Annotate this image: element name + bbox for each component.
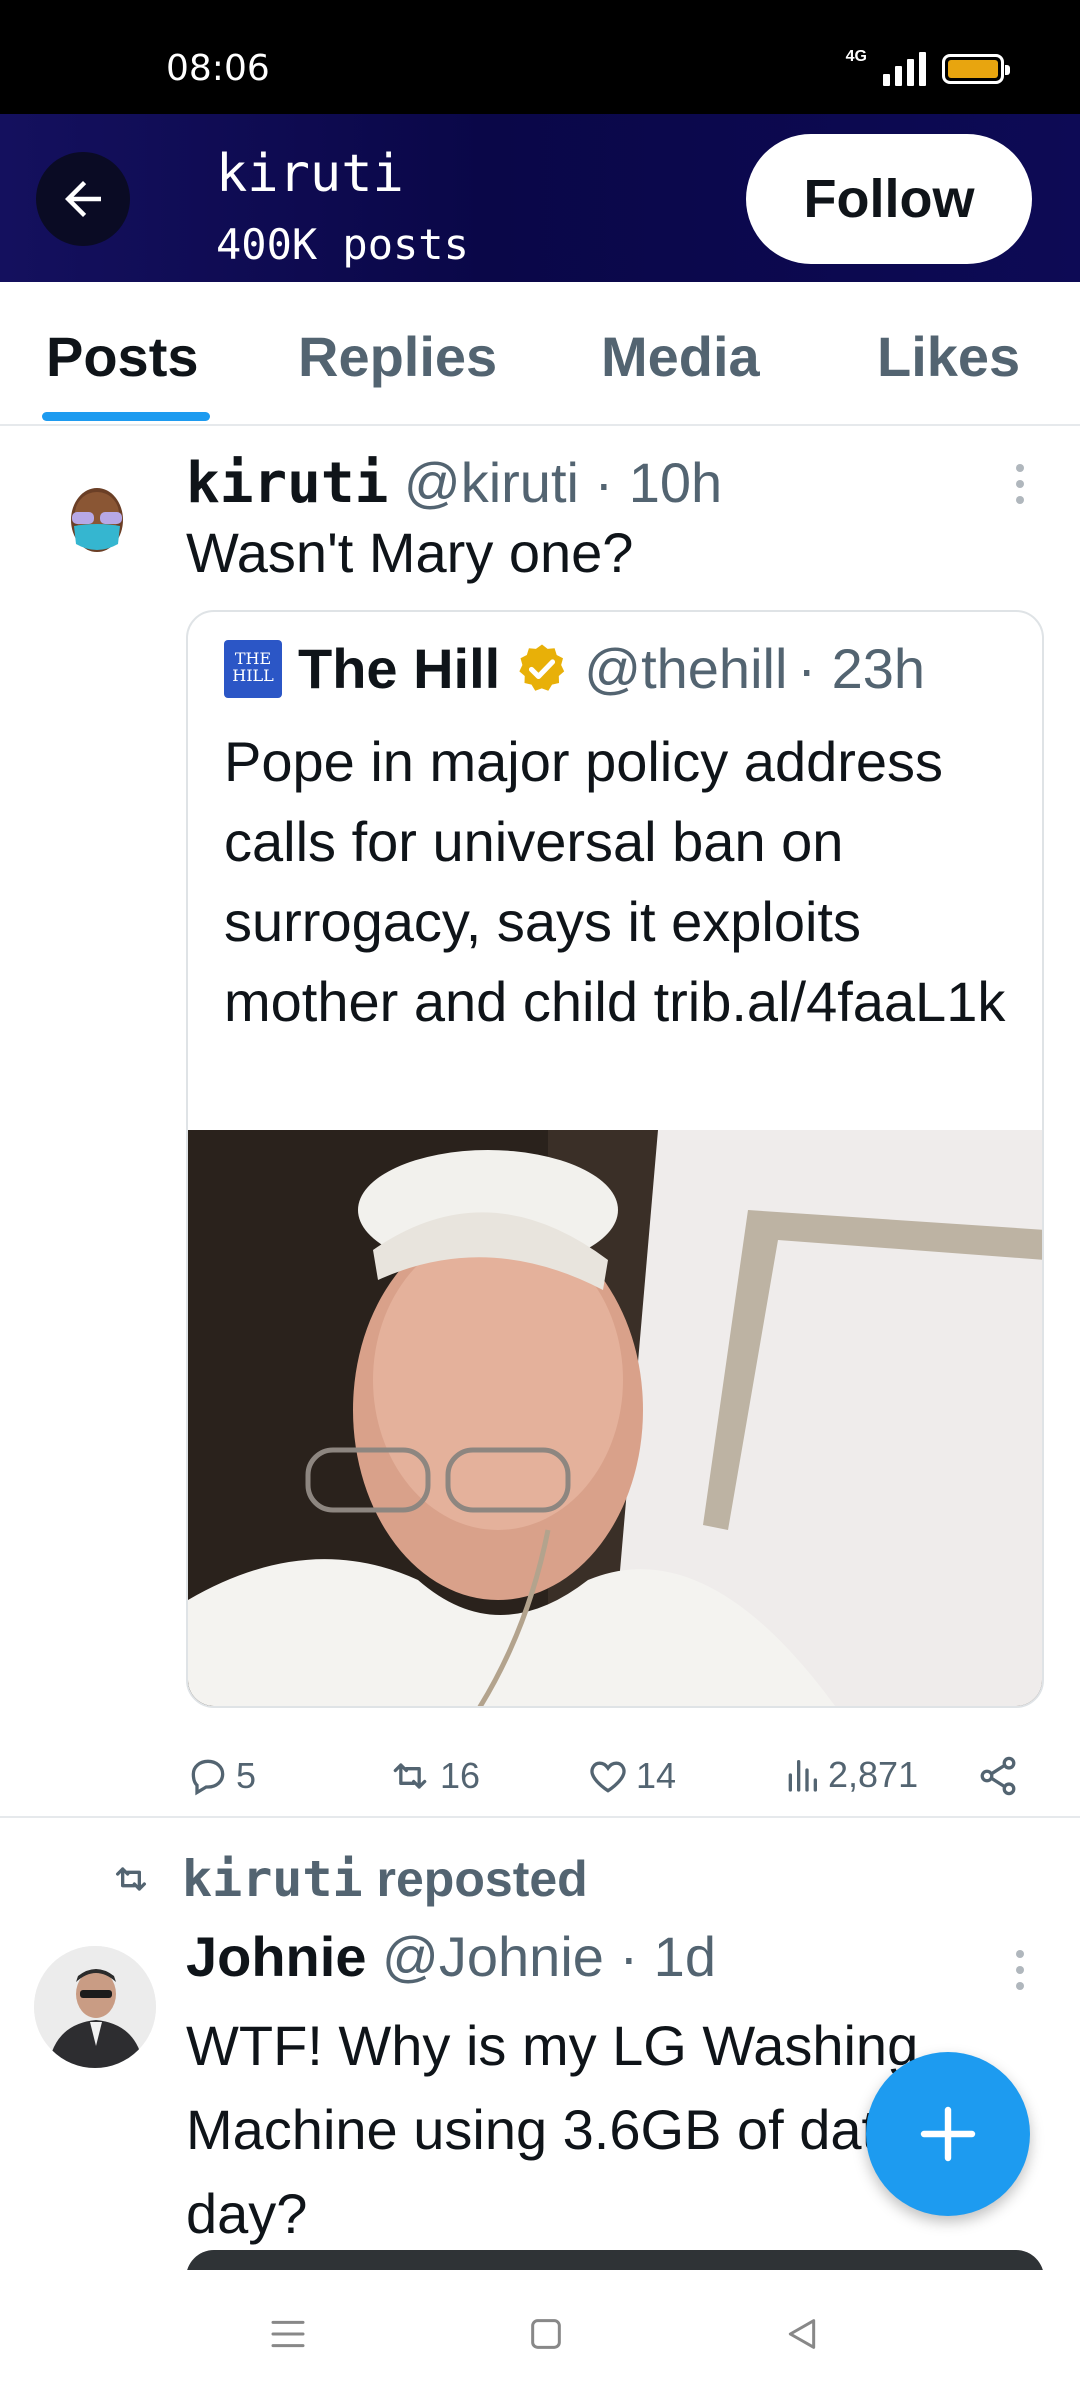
heart-icon — [590, 1761, 626, 1793]
views-icon — [788, 1760, 817, 1792]
repost-count: 16 — [440, 1755, 481, 1796]
like-count: 14 — [636, 1755, 677, 1796]
more-options-icon[interactable] — [1014, 464, 1026, 504]
user-avatar[interactable] — [34, 1946, 156, 2068]
reply-count: 5 — [236, 1755, 257, 1796]
reply-icon — [191, 1759, 225, 1796]
share-button[interactable] — [976, 1754, 1020, 1798]
quoted-post-image[interactable] — [188, 1130, 1044, 1708]
post-header: Johnie @Johnie · 1d — [186, 1924, 716, 1989]
tab-media[interactable]: Media — [601, 324, 760, 389]
repost-button[interactable]: 16 — [386, 1754, 480, 1798]
status-time: 08:06 — [166, 48, 270, 89]
post-time: · 10h — [594, 451, 723, 514]
reposter-name[interactable]: kiruti — [182, 1850, 363, 1908]
more-options-icon[interactable] — [1014, 1950, 1026, 1990]
the-hill-logo: THE HILL — [224, 639, 282, 698]
tab-replies[interactable]: Replies — [298, 324, 497, 389]
signal-icon — [883, 52, 926, 86]
profile-header: kiruti 400K posts Follow — [0, 114, 1080, 282]
triangle-back-icon — [788, 2319, 816, 2349]
tab-posts[interactable]: Posts — [46, 324, 199, 389]
follow-button[interactable]: Follow — [746, 134, 1032, 264]
quoted-post-header: THE HILL The Hill @thehill · 23h — [224, 636, 925, 701]
quoted-author-name: The Hill — [298, 637, 501, 700]
share-icon — [980, 1756, 1016, 1796]
view-count: 2,871 — [828, 1754, 919, 1795]
menu-button[interactable] — [268, 2314, 308, 2359]
post-time: · 1d — [619, 1925, 716, 1988]
network-label: 4G — [845, 48, 867, 65]
post-count: 400K posts — [216, 220, 469, 269]
tab-likes[interactable]: Likes — [877, 324, 1020, 389]
author-handle[interactable]: @kiruti — [404, 451, 579, 514]
quoted-post-text: Pope in major policy address calls for u… — [224, 730, 1006, 1033]
active-tab-indicator — [42, 412, 210, 421]
back-button[interactable] — [36, 152, 130, 246]
repost-label: reposted — [376, 1851, 588, 1907]
profile-name: kiruti — [216, 144, 404, 204]
author-handle[interactable]: @Johnie — [382, 1925, 604, 1988]
post-text: Wasn't Mary one? — [186, 521, 634, 584]
post-actions: 5 16 14 2,871 — [186, 1746, 1036, 1806]
battery-icon — [942, 54, 1010, 84]
quoted-post-time: · 23h — [797, 637, 926, 700]
quoted-post[interactable]: THE HILL The Hill @thehill · 23h Pope in … — [186, 610, 1044, 1708]
profile-tabs: Posts Replies Media Likes — [0, 282, 1080, 426]
status-bar: 08:06 4G — [0, 0, 1080, 114]
repost-icon — [116, 1867, 146, 1891]
status-icons: 4G — [846, 48, 1010, 86]
square-icon — [531, 2319, 561, 2349]
author-name[interactable]: Johnie — [186, 1925, 366, 1988]
post-header: kiruti @kiruti · 10h — [186, 450, 722, 516]
author-name[interactable]: kiruti — [186, 451, 388, 516]
back-nav-button[interactable] — [782, 2314, 822, 2359]
quoted-author-handle: @thehill — [584, 637, 788, 700]
post-item[interactable]: kiruti @kiruti · 10h Wasn't Mary one? TH… — [0, 430, 1080, 1818]
home-button[interactable] — [526, 2314, 566, 2359]
reply-button[interactable]: 5 — [186, 1754, 256, 1798]
arrow-left-icon — [65, 181, 101, 217]
system-nav-bar — [0, 2270, 1080, 2400]
user-avatar[interactable] — [64, 484, 130, 558]
views-button[interactable]: 2,871 — [782, 1754, 918, 1796]
verified-badge-icon — [519, 644, 565, 691]
menu-icon — [271, 2320, 305, 2348]
like-button[interactable]: 14 — [586, 1754, 676, 1798]
repost-indicator: kiruti reposted — [108, 1850, 588, 1908]
repost-icon — [393, 1763, 427, 1789]
compose-button[interactable] — [866, 2052, 1030, 2216]
plus-icon — [920, 2106, 976, 2162]
